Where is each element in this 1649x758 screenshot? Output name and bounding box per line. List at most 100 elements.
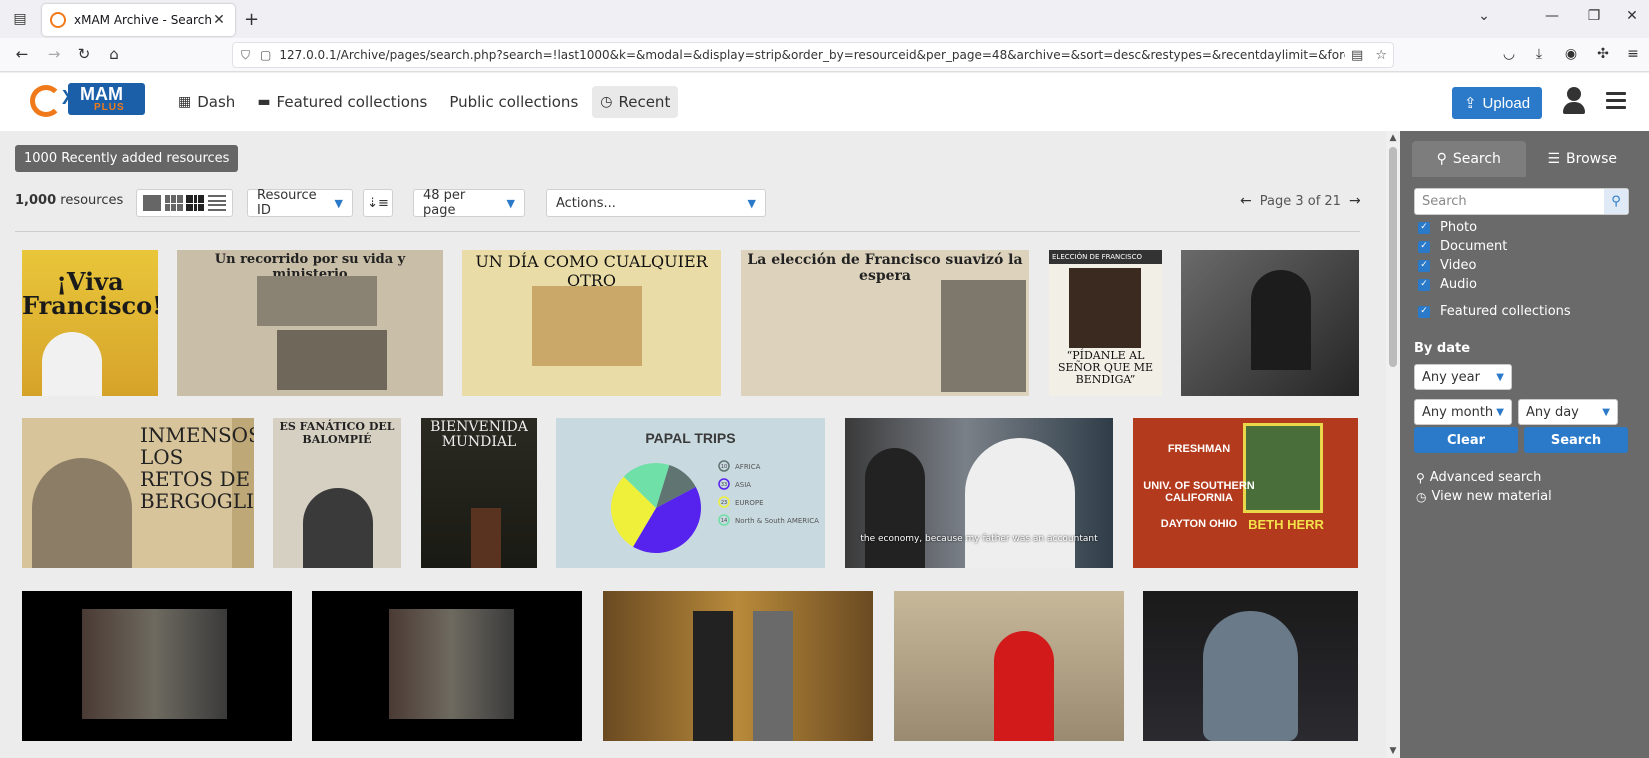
back-icon[interactable]: ← — [12, 45, 32, 63]
search-plus-icon: ⚲ — [1416, 470, 1425, 485]
search-submit-icon[interactable]: ⚲ — [1604, 189, 1628, 214]
scroll-up-icon[interactable]: ▲ — [1387, 133, 1399, 143]
reader-view-icon[interactable]: ▤ — [1351, 48, 1363, 63]
checkbox-checked-icon[interactable]: ✓ — [1418, 259, 1430, 272]
minimize-icon[interactable]: — — [1542, 8, 1562, 24]
main-nav: ▦ Dash ▬ Featured collections Public col… — [170, 86, 679, 118]
divider — [15, 231, 1360, 232]
search-results: 1000 Recently added resources 1,000 reso… — [0, 131, 1386, 758]
actions-select[interactable]: Actions... ▼ — [546, 189, 766, 217]
tab-search[interactable]: ⚲ Search — [1412, 141, 1526, 177]
account-icon[interactable]: ◉ — [1562, 46, 1580, 62]
favicon-icon — [50, 12, 66, 28]
checkbox-checked-icon[interactable]: ✓ — [1418, 278, 1430, 291]
list-view-icon[interactable] — [208, 195, 227, 211]
chevron-down-icon: ▼ — [334, 196, 343, 210]
dashboard-icon: ▦ — [178, 94, 192, 110]
hamburger-menu-icon[interactable] — [1606, 92, 1626, 113]
per-page-select[interactable]: 48 per page ▼ — [413, 188, 525, 218]
filter-audio[interactable]: ✓ Audio — [1418, 277, 1477, 292]
resource-thumbnail[interactable] — [1181, 250, 1359, 396]
resource-thumbnail[interactable] — [1143, 591, 1358, 741]
resource-thumbnail[interactable]: Un recorrido por su vida y ministerio — [177, 250, 443, 396]
legend-value: 14 — [721, 518, 727, 524]
nav-public-collections[interactable]: Public collections — [441, 86, 586, 118]
year-select[interactable]: Any year ▼ — [1414, 364, 1512, 390]
month-select[interactable]: Any month ▼ — [1414, 399, 1512, 425]
resource-thumbnail[interactable] — [603, 591, 873, 741]
search-button[interactable]: Search — [1524, 427, 1628, 453]
nav-dash[interactable]: ▦ Dash — [170, 86, 243, 118]
sort-field-select[interactable]: Resource ID ▼ — [247, 188, 353, 218]
restore-icon[interactable]: ❐ — [1584, 8, 1604, 24]
tab-browse[interactable]: ☰ Browse — [1526, 141, 1640, 177]
advanced-search-link[interactable]: ⚲ Advanced search — [1416, 470, 1541, 485]
tab-overflow-chevron-icon[interactable]: ⌄ — [1474, 8, 1494, 24]
results-badge: 1000 Recently added resources — [15, 145, 239, 172]
list-icon: ☰ — [1547, 151, 1561, 167]
nav-featured-collections[interactable]: ▬ Featured collections — [249, 86, 435, 118]
results-scrollbar[interactable]: ▲ ▼ — [1386, 131, 1400, 758]
checkbox-checked-icon[interactable]: ✓ — [1418, 240, 1430, 253]
resource-thumbnail[interactable]: ES FANÁTICO DEL BALOMPIÉ — [273, 418, 401, 568]
filter-video[interactable]: ✓ Video — [1418, 258, 1476, 273]
url-bar[interactable]: ⛉ ▢ 127.0.0.1/Archive/pages/search.php?s… — [232, 42, 1394, 68]
resource-thumbnail[interactable]: INMENSOS LOS RETOS DE BERGOGLIO — [22, 418, 254, 568]
resource-thumbnail[interactable] — [22, 591, 292, 741]
checkbox-checked-icon[interactable]: ✓ — [1418, 221, 1430, 234]
filter-photo[interactable]: ✓ Photo — [1418, 220, 1477, 235]
resource-thumbnail[interactable] — [894, 591, 1124, 741]
clear-button[interactable]: Clear — [1414, 427, 1518, 453]
resource-thumbnail-papal-trips-chart[interactable]: PAPAL TRIPS 10 AFRICA 33 ASIA 23 EUROPE 14 Nort… — [556, 418, 825, 568]
resource-thumbnail[interactable]: ELECCIÓN DE FRANCISCO “PÍDANLE AL SEÑOR … — [1049, 250, 1162, 396]
reload-icon[interactable]: ↻ — [74, 45, 94, 63]
shield-icon[interactable]: ⛉ — [241, 48, 250, 63]
filter-document[interactable]: ✓ Document — [1418, 239, 1507, 254]
url-text[interactable]: 127.0.0.1/Archive/pages/search.php?searc… — [279, 48, 1345, 62]
search-sidebar: ⚲Search ☰Browse ⚲ ✓Photo ✓Document ✓Vide… — [1400, 131, 1649, 758]
scroll-down-icon[interactable]: ▼ — [1387, 746, 1399, 756]
page-info-icon[interactable]: ▢ — [260, 48, 271, 62]
browser-tab[interactable]: xMAM Archive - Search results ✕ — [42, 4, 235, 36]
day-select[interactable]: Any day ▼ — [1518, 399, 1618, 425]
scroll-thumb[interactable] — [1389, 147, 1397, 367]
home-icon[interactable]: ⌂ — [104, 45, 124, 63]
filter-featured-collections[interactable]: ✓ Featured collections — [1418, 304, 1571, 319]
next-page-icon[interactable]: → — [1349, 193, 1361, 209]
chevron-down-icon: ▼ — [747, 196, 756, 210]
upload-button[interactable]: ⇪ Upload — [1452, 87, 1542, 119]
bookmark-star-icon[interactable]: ☆ — [1375, 48, 1387, 63]
resource-thumbnail[interactable]: La elección de Francisco suavizó la espe… — [741, 250, 1029, 396]
downloads-icon[interactable]: ⤓ — [1530, 46, 1548, 62]
by-date-label: By date — [1414, 341, 1471, 356]
small-thumbs-view-icon[interactable] — [164, 195, 183, 211]
new-tab-icon[interactable]: + — [244, 9, 259, 30]
extensions-icon[interactable]: ✣ — [1594, 46, 1612, 62]
xmam-logo[interactable]: X MAM PLUS — [30, 83, 145, 119]
resource-thumbnail[interactable]: ¡Viva Francisco! — [22, 250, 158, 396]
search-input[interactable] — [1415, 194, 1604, 209]
user-account-icon[interactable] — [1562, 87, 1586, 115]
close-tab-icon[interactable]: ✕ — [211, 12, 227, 28]
browser-menu-icon[interactable]: ≡ — [1624, 46, 1642, 62]
resource-thumbnail[interactable]: the economy, because my father was an ac… — [845, 418, 1113, 568]
resource-count: 1,000 resources — [15, 193, 124, 208]
upload-icon: ⇪ — [1463, 95, 1477, 112]
checkbox-checked-icon[interactable]: ✓ — [1418, 305, 1430, 318]
large-thumbs-view-icon[interactable] — [142, 195, 161, 211]
nav-recent[interactable]: ◷ Recent — [592, 86, 679, 118]
resource-thumbnail[interactable] — [312, 591, 582, 741]
resource-thumbnail[interactable]: UN DÍA COMO CUALQUIER OTRO — [462, 250, 721, 396]
resource-thumbnail[interactable]: BIENVENIDA MUNDIAL — [421, 418, 537, 568]
prev-page-icon[interactable]: ← — [1240, 193, 1252, 209]
view-new-material-link[interactable]: ◷ View new material — [1416, 489, 1552, 504]
chevron-down-icon: ▼ — [506, 196, 515, 210]
pocket-icon[interactable]: ◡ — [1500, 46, 1518, 62]
tab-list-icon[interactable]: ▤ — [8, 8, 32, 30]
sort-direction-button[interactable]: ⇣≡ — [363, 189, 393, 217]
pager: ← Page 3 of 21 → — [1240, 193, 1361, 209]
close-window-icon[interactable]: ✕ — [1622, 8, 1642, 24]
forward-icon[interactable]: → — [44, 45, 64, 63]
resource-thumbnail[interactable]: FRESHMAN UNIV. OF SOUTHERN CALIFORNIA DA… — [1133, 418, 1358, 568]
strip-view-icon[interactable] — [186, 195, 205, 211]
